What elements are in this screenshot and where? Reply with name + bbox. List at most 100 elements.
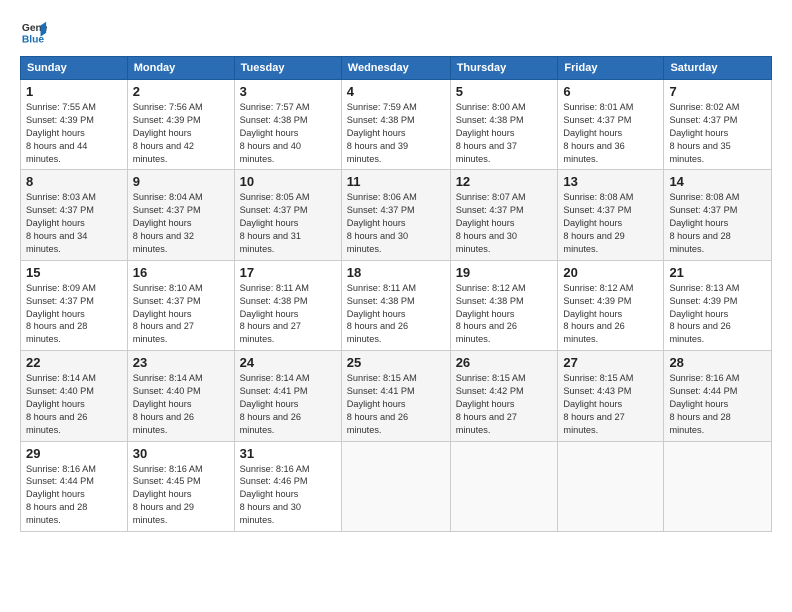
day-info: Sunrise: 8:12 AM Sunset: 4:38 PM Dayligh… <box>456 282 553 346</box>
day-cell: 17 Sunrise: 8:11 AM Sunset: 4:38 PM Dayl… <box>234 260 341 350</box>
day-cell: 25 Sunrise: 8:15 AM Sunset: 4:41 PM Dayl… <box>341 351 450 441</box>
day-cell: 22 Sunrise: 8:14 AM Sunset: 4:40 PM Dayl… <box>21 351 128 441</box>
day-info: Sunrise: 8:14 AM Sunset: 4:40 PM Dayligh… <box>133 372 229 436</box>
day-info: Sunrise: 8:14 AM Sunset: 4:40 PM Dayligh… <box>26 372 122 436</box>
day-number: 24 <box>240 355 336 370</box>
day-info: Sunrise: 8:11 AM Sunset: 4:38 PM Dayligh… <box>347 282 445 346</box>
day-cell <box>664 441 772 531</box>
day-cell: 20 Sunrise: 8:12 AM Sunset: 4:39 PM Dayl… <box>558 260 664 350</box>
col-header-wednesday: Wednesday <box>341 57 450 80</box>
day-number: 15 <box>26 265 122 280</box>
day-cell: 23 Sunrise: 8:14 AM Sunset: 4:40 PM Dayl… <box>127 351 234 441</box>
day-number: 27 <box>563 355 658 370</box>
week-row-2: 8 Sunrise: 8:03 AM Sunset: 4:37 PM Dayli… <box>21 170 772 260</box>
col-header-monday: Monday <box>127 57 234 80</box>
day-info: Sunrise: 8:15 AM Sunset: 4:42 PM Dayligh… <box>456 372 553 436</box>
day-info: Sunrise: 8:14 AM Sunset: 4:41 PM Dayligh… <box>240 372 336 436</box>
day-number: 11 <box>347 174 445 189</box>
day-cell: 14 Sunrise: 8:08 AM Sunset: 4:37 PM Dayl… <box>664 170 772 260</box>
day-info: Sunrise: 8:09 AM Sunset: 4:37 PM Dayligh… <box>26 282 122 346</box>
day-info: Sunrise: 8:08 AM Sunset: 4:37 PM Dayligh… <box>669 191 766 255</box>
day-number: 16 <box>133 265 229 280</box>
logo: General Blue <box>20 18 52 46</box>
calendar-table: SundayMondayTuesdayWednesdayThursdayFrid… <box>20 56 772 532</box>
day-number: 22 <box>26 355 122 370</box>
day-cell <box>341 441 450 531</box>
day-info: Sunrise: 8:00 AM Sunset: 4:38 PM Dayligh… <box>456 101 553 165</box>
day-info: Sunrise: 7:55 AM Sunset: 4:39 PM Dayligh… <box>26 101 122 165</box>
day-info: Sunrise: 8:01 AM Sunset: 4:37 PM Dayligh… <box>563 101 658 165</box>
day-cell: 6 Sunrise: 8:01 AM Sunset: 4:37 PM Dayli… <box>558 80 664 170</box>
day-number: 5 <box>456 84 553 99</box>
day-cell: 3 Sunrise: 7:57 AM Sunset: 4:38 PM Dayli… <box>234 80 341 170</box>
day-info: Sunrise: 8:11 AM Sunset: 4:38 PM Dayligh… <box>240 282 336 346</box>
day-info: Sunrise: 8:10 AM Sunset: 4:37 PM Dayligh… <box>133 282 229 346</box>
day-info: Sunrise: 8:07 AM Sunset: 4:37 PM Dayligh… <box>456 191 553 255</box>
day-info: Sunrise: 7:57 AM Sunset: 4:38 PM Dayligh… <box>240 101 336 165</box>
day-cell: 11 Sunrise: 8:06 AM Sunset: 4:37 PM Dayl… <box>341 170 450 260</box>
day-cell: 27 Sunrise: 8:15 AM Sunset: 4:43 PM Dayl… <box>558 351 664 441</box>
col-header-thursday: Thursday <box>450 57 558 80</box>
day-info: Sunrise: 8:13 AM Sunset: 4:39 PM Dayligh… <box>669 282 766 346</box>
day-cell: 1 Sunrise: 7:55 AM Sunset: 4:39 PM Dayli… <box>21 80 128 170</box>
day-cell: 29 Sunrise: 8:16 AM Sunset: 4:44 PM Dayl… <box>21 441 128 531</box>
day-cell: 10 Sunrise: 8:05 AM Sunset: 4:37 PM Dayl… <box>234 170 341 260</box>
day-cell: 24 Sunrise: 8:14 AM Sunset: 4:41 PM Dayl… <box>234 351 341 441</box>
day-cell: 5 Sunrise: 8:00 AM Sunset: 4:38 PM Dayli… <box>450 80 558 170</box>
day-number: 7 <box>669 84 766 99</box>
day-info: Sunrise: 8:12 AM Sunset: 4:39 PM Dayligh… <box>563 282 658 346</box>
day-number: 10 <box>240 174 336 189</box>
day-cell: 26 Sunrise: 8:15 AM Sunset: 4:42 PM Dayl… <box>450 351 558 441</box>
week-row-5: 29 Sunrise: 8:16 AM Sunset: 4:44 PM Dayl… <box>21 441 772 531</box>
day-info: Sunrise: 8:03 AM Sunset: 4:37 PM Dayligh… <box>26 191 122 255</box>
week-row-3: 15 Sunrise: 8:09 AM Sunset: 4:37 PM Dayl… <box>21 260 772 350</box>
day-info: Sunrise: 8:16 AM Sunset: 4:44 PM Dayligh… <box>26 463 122 527</box>
day-cell <box>450 441 558 531</box>
day-info: Sunrise: 8:06 AM Sunset: 4:37 PM Dayligh… <box>347 191 445 255</box>
day-number: 25 <box>347 355 445 370</box>
day-cell: 12 Sunrise: 8:07 AM Sunset: 4:37 PM Dayl… <box>450 170 558 260</box>
day-cell: 2 Sunrise: 7:56 AM Sunset: 4:39 PM Dayli… <box>127 80 234 170</box>
col-header-friday: Friday <box>558 57 664 80</box>
day-number: 1 <box>26 84 122 99</box>
day-info: Sunrise: 7:59 AM Sunset: 4:38 PM Dayligh… <box>347 101 445 165</box>
day-info: Sunrise: 8:08 AM Sunset: 4:37 PM Dayligh… <box>563 191 658 255</box>
day-info: Sunrise: 8:15 AM Sunset: 4:43 PM Dayligh… <box>563 372 658 436</box>
day-number: 2 <box>133 84 229 99</box>
day-cell <box>558 441 664 531</box>
header-row: SundayMondayTuesdayWednesdayThursdayFrid… <box>21 57 772 80</box>
day-cell: 18 Sunrise: 8:11 AM Sunset: 4:38 PM Dayl… <box>341 260 450 350</box>
day-number: 28 <box>669 355 766 370</box>
day-number: 29 <box>26 446 122 461</box>
day-number: 21 <box>669 265 766 280</box>
day-cell: 19 Sunrise: 8:12 AM Sunset: 4:38 PM Dayl… <box>450 260 558 350</box>
day-number: 17 <box>240 265 336 280</box>
day-info: Sunrise: 8:15 AM Sunset: 4:41 PM Dayligh… <box>347 372 445 436</box>
day-number: 20 <box>563 265 658 280</box>
col-header-sunday: Sunday <box>21 57 128 80</box>
day-number: 30 <box>133 446 229 461</box>
day-cell: 15 Sunrise: 8:09 AM Sunset: 4:37 PM Dayl… <box>21 260 128 350</box>
day-number: 4 <box>347 84 445 99</box>
logo-icon: General Blue <box>20 18 48 46</box>
day-info: Sunrise: 8:02 AM Sunset: 4:37 PM Dayligh… <box>669 101 766 165</box>
day-number: 19 <box>456 265 553 280</box>
page: General Blue SundayMondayTuesdayWednesda… <box>0 0 792 544</box>
day-cell: 21 Sunrise: 8:13 AM Sunset: 4:39 PM Dayl… <box>664 260 772 350</box>
week-row-4: 22 Sunrise: 8:14 AM Sunset: 4:40 PM Dayl… <box>21 351 772 441</box>
day-number: 14 <box>669 174 766 189</box>
day-number: 9 <box>133 174 229 189</box>
day-cell: 7 Sunrise: 8:02 AM Sunset: 4:37 PM Dayli… <box>664 80 772 170</box>
day-number: 12 <box>456 174 553 189</box>
day-info: Sunrise: 7:56 AM Sunset: 4:39 PM Dayligh… <box>133 101 229 165</box>
day-info: Sunrise: 8:05 AM Sunset: 4:37 PM Dayligh… <box>240 191 336 255</box>
day-info: Sunrise: 8:16 AM Sunset: 4:45 PM Dayligh… <box>133 463 229 527</box>
col-header-saturday: Saturday <box>664 57 772 80</box>
day-cell: 31 Sunrise: 8:16 AM Sunset: 4:46 PM Dayl… <box>234 441 341 531</box>
week-row-1: 1 Sunrise: 7:55 AM Sunset: 4:39 PM Dayli… <box>21 80 772 170</box>
day-number: 8 <box>26 174 122 189</box>
day-number: 13 <box>563 174 658 189</box>
day-info: Sunrise: 8:16 AM Sunset: 4:44 PM Dayligh… <box>669 372 766 436</box>
day-cell: 28 Sunrise: 8:16 AM Sunset: 4:44 PM Dayl… <box>664 351 772 441</box>
day-number: 31 <box>240 446 336 461</box>
